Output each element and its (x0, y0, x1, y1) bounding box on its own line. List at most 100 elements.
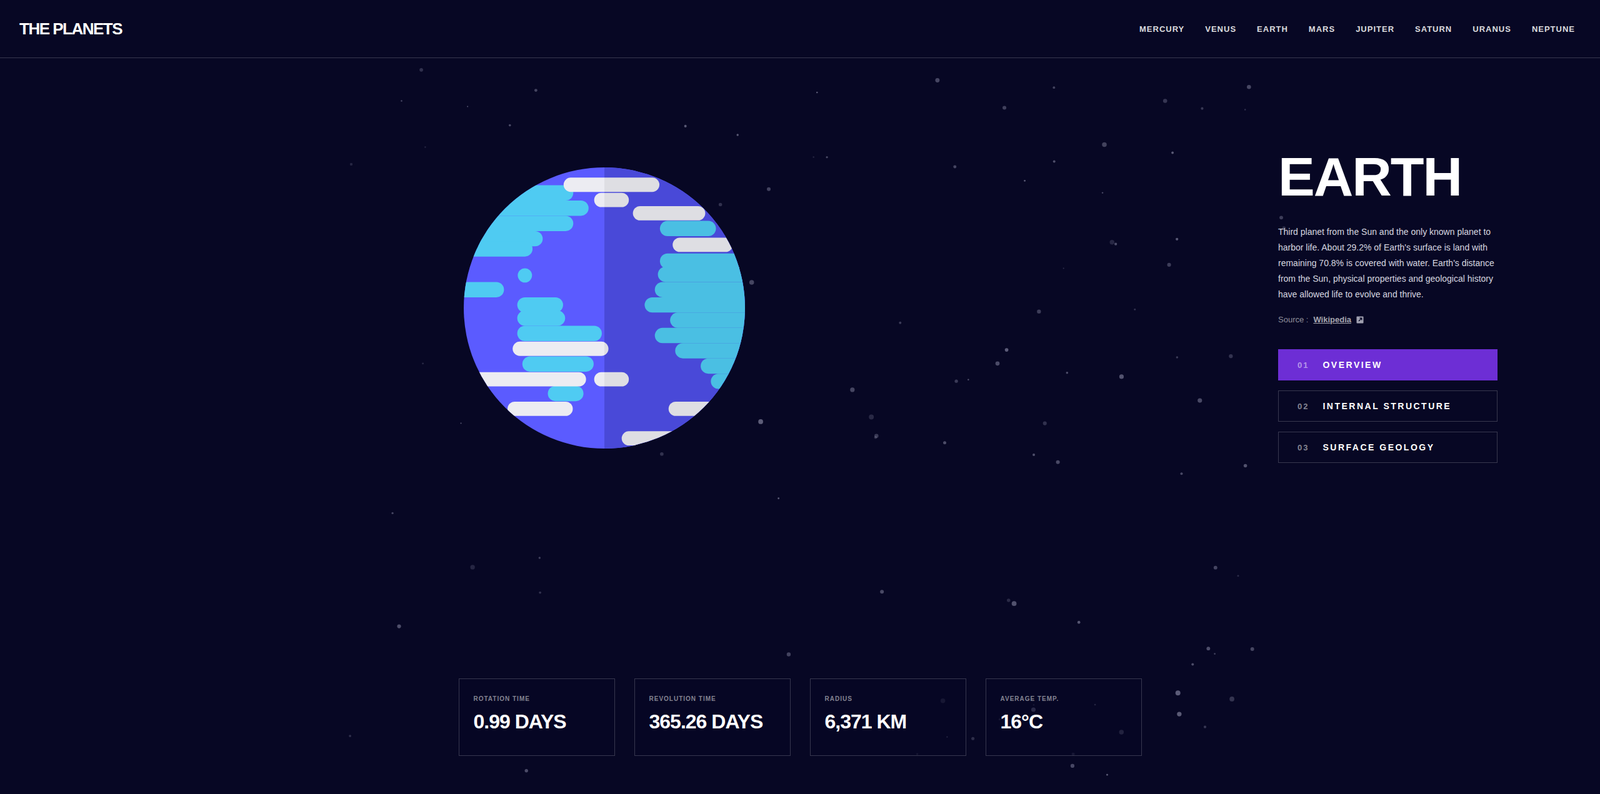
star (1011, 601, 1017, 607)
star (424, 146, 427, 149)
star (1163, 98, 1168, 104)
star (534, 88, 538, 92)
star (1236, 575, 1239, 577)
nav-item[interactable]: URANUS (1472, 24, 1512, 34)
nav-item[interactable]: JUPITER (1355, 24, 1395, 34)
star (868, 415, 874, 420)
star (1101, 142, 1107, 148)
star (1176, 356, 1179, 359)
star (1246, 85, 1252, 90)
star (995, 361, 1000, 366)
nav-item[interactable]: SATURN (1415, 24, 1452, 34)
star (825, 156, 828, 159)
stat-card: REVOLUTION TIME 365.26 DAYS (634, 678, 791, 757)
star (1250, 647, 1255, 652)
star (470, 565, 475, 570)
star (1244, 108, 1246, 110)
planet-title: EARTH (1278, 145, 1498, 209)
star (1175, 238, 1179, 241)
stat-label: REVOLUTION TIME (649, 695, 784, 703)
tab[interactable]: 02 INTERNAL STRUCTURE (1278, 390, 1498, 422)
star (758, 419, 764, 425)
external-link-icon[interactable] (1356, 316, 1364, 324)
star (1243, 464, 1248, 469)
star (1114, 243, 1117, 246)
star (954, 380, 958, 384)
star (1106, 774, 1109, 777)
stat-value: 6,371 KM (825, 708, 960, 735)
star (460, 423, 462, 425)
star (421, 362, 424, 365)
star (1166, 263, 1171, 267)
star (1171, 151, 1174, 155)
stat-value: 16°C (1000, 708, 1135, 735)
star (684, 125, 687, 128)
star (1006, 598, 1011, 603)
star (1056, 460, 1060, 465)
star (1206, 646, 1210, 651)
star (466, 106, 469, 108)
stat-value: 365.26 DAYS (649, 708, 784, 735)
nav: MERCURY VENUS EARTH MARS JUPITER SATURN URANUS… (1139, 24, 1575, 34)
tab[interactable]: 01 OVERVIEW (1278, 349, 1498, 381)
star (1053, 160, 1056, 164)
star (718, 203, 723, 207)
tab[interactable]: 03 SURFACE GEOLOGY (1278, 431, 1498, 464)
star (880, 590, 884, 594)
star (400, 100, 403, 102)
planet-area (0, 58, 1209, 559)
star (1036, 309, 1041, 314)
nav-item[interactable]: EARTH (1256, 24, 1289, 34)
star (538, 556, 541, 559)
star (1077, 621, 1081, 625)
star (1052, 86, 1055, 89)
star (1002, 105, 1007, 110)
star (1228, 354, 1233, 359)
star (1066, 371, 1069, 374)
stat-card: ROTATION TIME 0.99 DAYS (458, 678, 615, 757)
star (1213, 653, 1216, 655)
star (1279, 215, 1284, 220)
star (1229, 696, 1235, 702)
star (749, 280, 755, 285)
star (396, 624, 401, 629)
star (538, 591, 542, 595)
star (1023, 180, 1026, 182)
star (766, 187, 771, 192)
star (1191, 663, 1194, 667)
star (348, 735, 352, 738)
main: EARTH Third planet from the Sun and the … (0, 58, 1600, 559)
star (419, 68, 424, 72)
star (1176, 711, 1182, 717)
star (777, 497, 780, 500)
star (660, 452, 664, 457)
nav-item[interactable]: MARS (1308, 24, 1335, 34)
stat-card: AVERAGE TEMP. 16°C (985, 678, 1142, 757)
star (1213, 566, 1218, 570)
source-link[interactable]: Wikipedia (1313, 315, 1352, 325)
tabs: 01 OVERVIEW 02 INTERNAL STRUCTURE 03 SURFA… (1278, 349, 1498, 464)
star (1200, 107, 1204, 110)
star (1110, 240, 1115, 245)
planet-info: EARTH Third planet from the Sun and the … (1278, 145, 1498, 559)
star (943, 441, 947, 445)
star (874, 434, 879, 439)
star (816, 91, 819, 94)
stat-label: AVERAGE TEMP. (1000, 695, 1135, 703)
star (1101, 191, 1104, 194)
nav-item[interactable]: NEPTUNE (1531, 24, 1575, 34)
stat-card: RADIUS 6,371 KM (810, 678, 967, 757)
star (850, 387, 855, 392)
planet-description: Third planet from the Sun and the only k… (1278, 224, 1498, 303)
nav-item[interactable]: VENUS (1205, 24, 1237, 34)
star (935, 78, 940, 83)
star (391, 512, 394, 515)
logo[interactable]: THE PLANETS (19, 19, 122, 39)
star (736, 133, 739, 136)
star (1180, 472, 1183, 475)
stat-label: ROTATION TIME (473, 695, 609, 703)
nav-item[interactable]: MERCURY (1139, 24, 1185, 34)
star (1133, 308, 1136, 311)
star (898, 321, 902, 325)
star (1005, 348, 1009, 352)
